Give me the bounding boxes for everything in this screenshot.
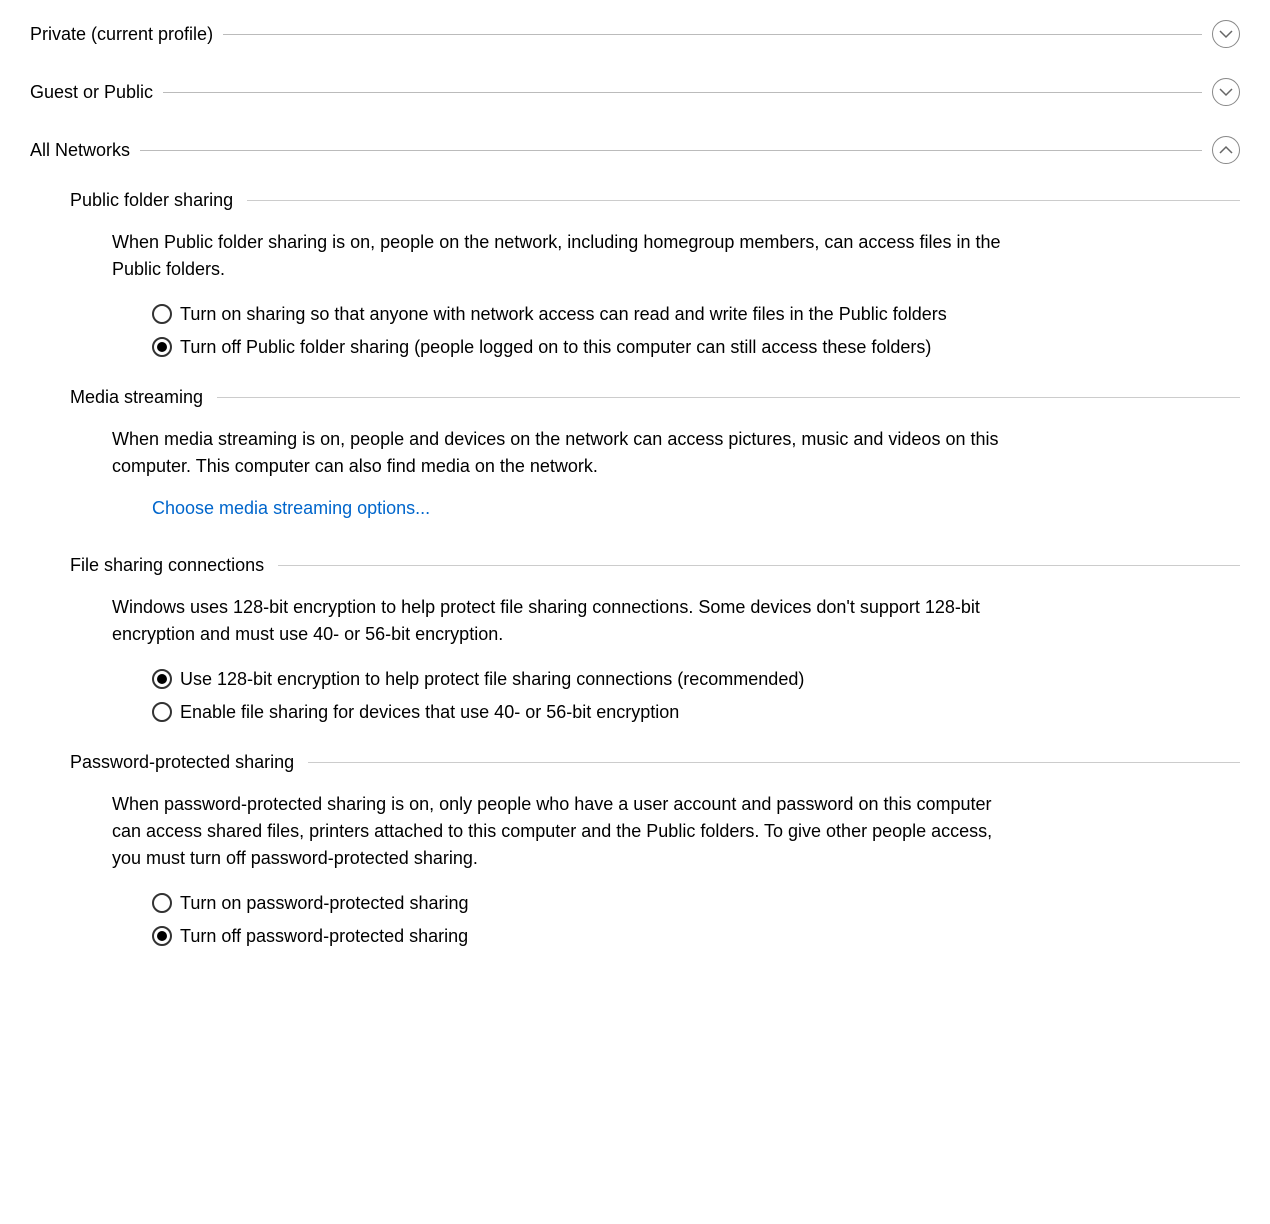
divider	[308, 762, 1240, 763]
radio-icon	[152, 926, 172, 946]
radio-label: Turn off Public folder sharing (people l…	[180, 334, 931, 361]
radio-password-sharing-on[interactable]: Turn on password-protected sharing	[152, 890, 1010, 917]
subsection-title: Media streaming	[70, 387, 203, 408]
subsection-public-folder-sharing: Public folder sharing	[70, 190, 1240, 211]
divider	[140, 150, 1202, 151]
radio-encryption-128[interactable]: Use 128-bit encryption to help protect f…	[152, 666, 1010, 693]
public-folder-sharing-radio-group: Turn on sharing so that anyone with netw…	[70, 301, 1010, 361]
radio-label: Use 128-bit encryption to help protect f…	[180, 666, 804, 693]
profile-label-private: Private (current profile)	[30, 24, 213, 45]
subsection-password-protected-sharing: Password-protected sharing	[70, 752, 1240, 773]
radio-label: Turn on sharing so that anyone with netw…	[180, 301, 947, 328]
radio-icon	[152, 702, 172, 722]
subsection-title: Public folder sharing	[70, 190, 233, 211]
file-sharing-connections-description: Windows uses 128-bit encryption to help …	[70, 594, 1010, 648]
profile-label-guest: Guest or Public	[30, 82, 153, 103]
media-streaming-description: When media streaming is on, people and d…	[70, 426, 1010, 480]
all-networks-section: Public folder sharing When Public folder…	[30, 190, 1240, 950]
subsection-title: Password-protected sharing	[70, 752, 294, 773]
radio-encryption-40-56[interactable]: Enable file sharing for devices that use…	[152, 699, 1010, 726]
divider	[247, 200, 1240, 201]
file-sharing-encryption-radio-group: Use 128-bit encryption to help protect f…	[70, 666, 1010, 726]
radio-password-sharing-off[interactable]: Turn off password-protected sharing	[152, 923, 1010, 950]
radio-icon	[152, 304, 172, 324]
profile-header-guest[interactable]: Guest or Public	[30, 78, 1240, 106]
radio-label: Turn on password-protected sharing	[180, 890, 468, 917]
profile-header-private[interactable]: Private (current profile)	[30, 20, 1240, 48]
divider	[217, 397, 1240, 398]
chevron-up-icon[interactable]	[1212, 136, 1240, 164]
public-folder-sharing-description: When Public folder sharing is on, people…	[70, 229, 1010, 283]
subsection-media-streaming: Media streaming	[70, 387, 1240, 408]
subsection-title: File sharing connections	[70, 555, 264, 576]
radio-public-folder-off[interactable]: Turn off Public folder sharing (people l…	[152, 334, 1010, 361]
radio-icon	[152, 893, 172, 913]
chevron-down-icon[interactable]	[1212, 20, 1240, 48]
radio-icon	[152, 669, 172, 689]
subsection-file-sharing-connections: File sharing connections	[70, 555, 1240, 576]
media-streaming-options-link[interactable]: Choose media streaming options...	[70, 498, 430, 519]
password-protected-sharing-description: When password-protected sharing is on, o…	[70, 791, 1010, 872]
divider	[278, 565, 1240, 566]
radio-icon	[152, 337, 172, 357]
radio-label: Turn off password-protected sharing	[180, 923, 468, 950]
radio-label: Enable file sharing for devices that use…	[180, 699, 679, 726]
profile-label-all-networks: All Networks	[30, 140, 130, 161]
radio-public-folder-on[interactable]: Turn on sharing so that anyone with netw…	[152, 301, 1010, 328]
chevron-down-icon[interactable]	[1212, 78, 1240, 106]
divider	[223, 34, 1202, 35]
divider	[163, 92, 1202, 93]
profile-header-all-networks[interactable]: All Networks	[30, 136, 1240, 164]
password-protected-sharing-radio-group: Turn on password-protected sharing Turn …	[70, 890, 1010, 950]
